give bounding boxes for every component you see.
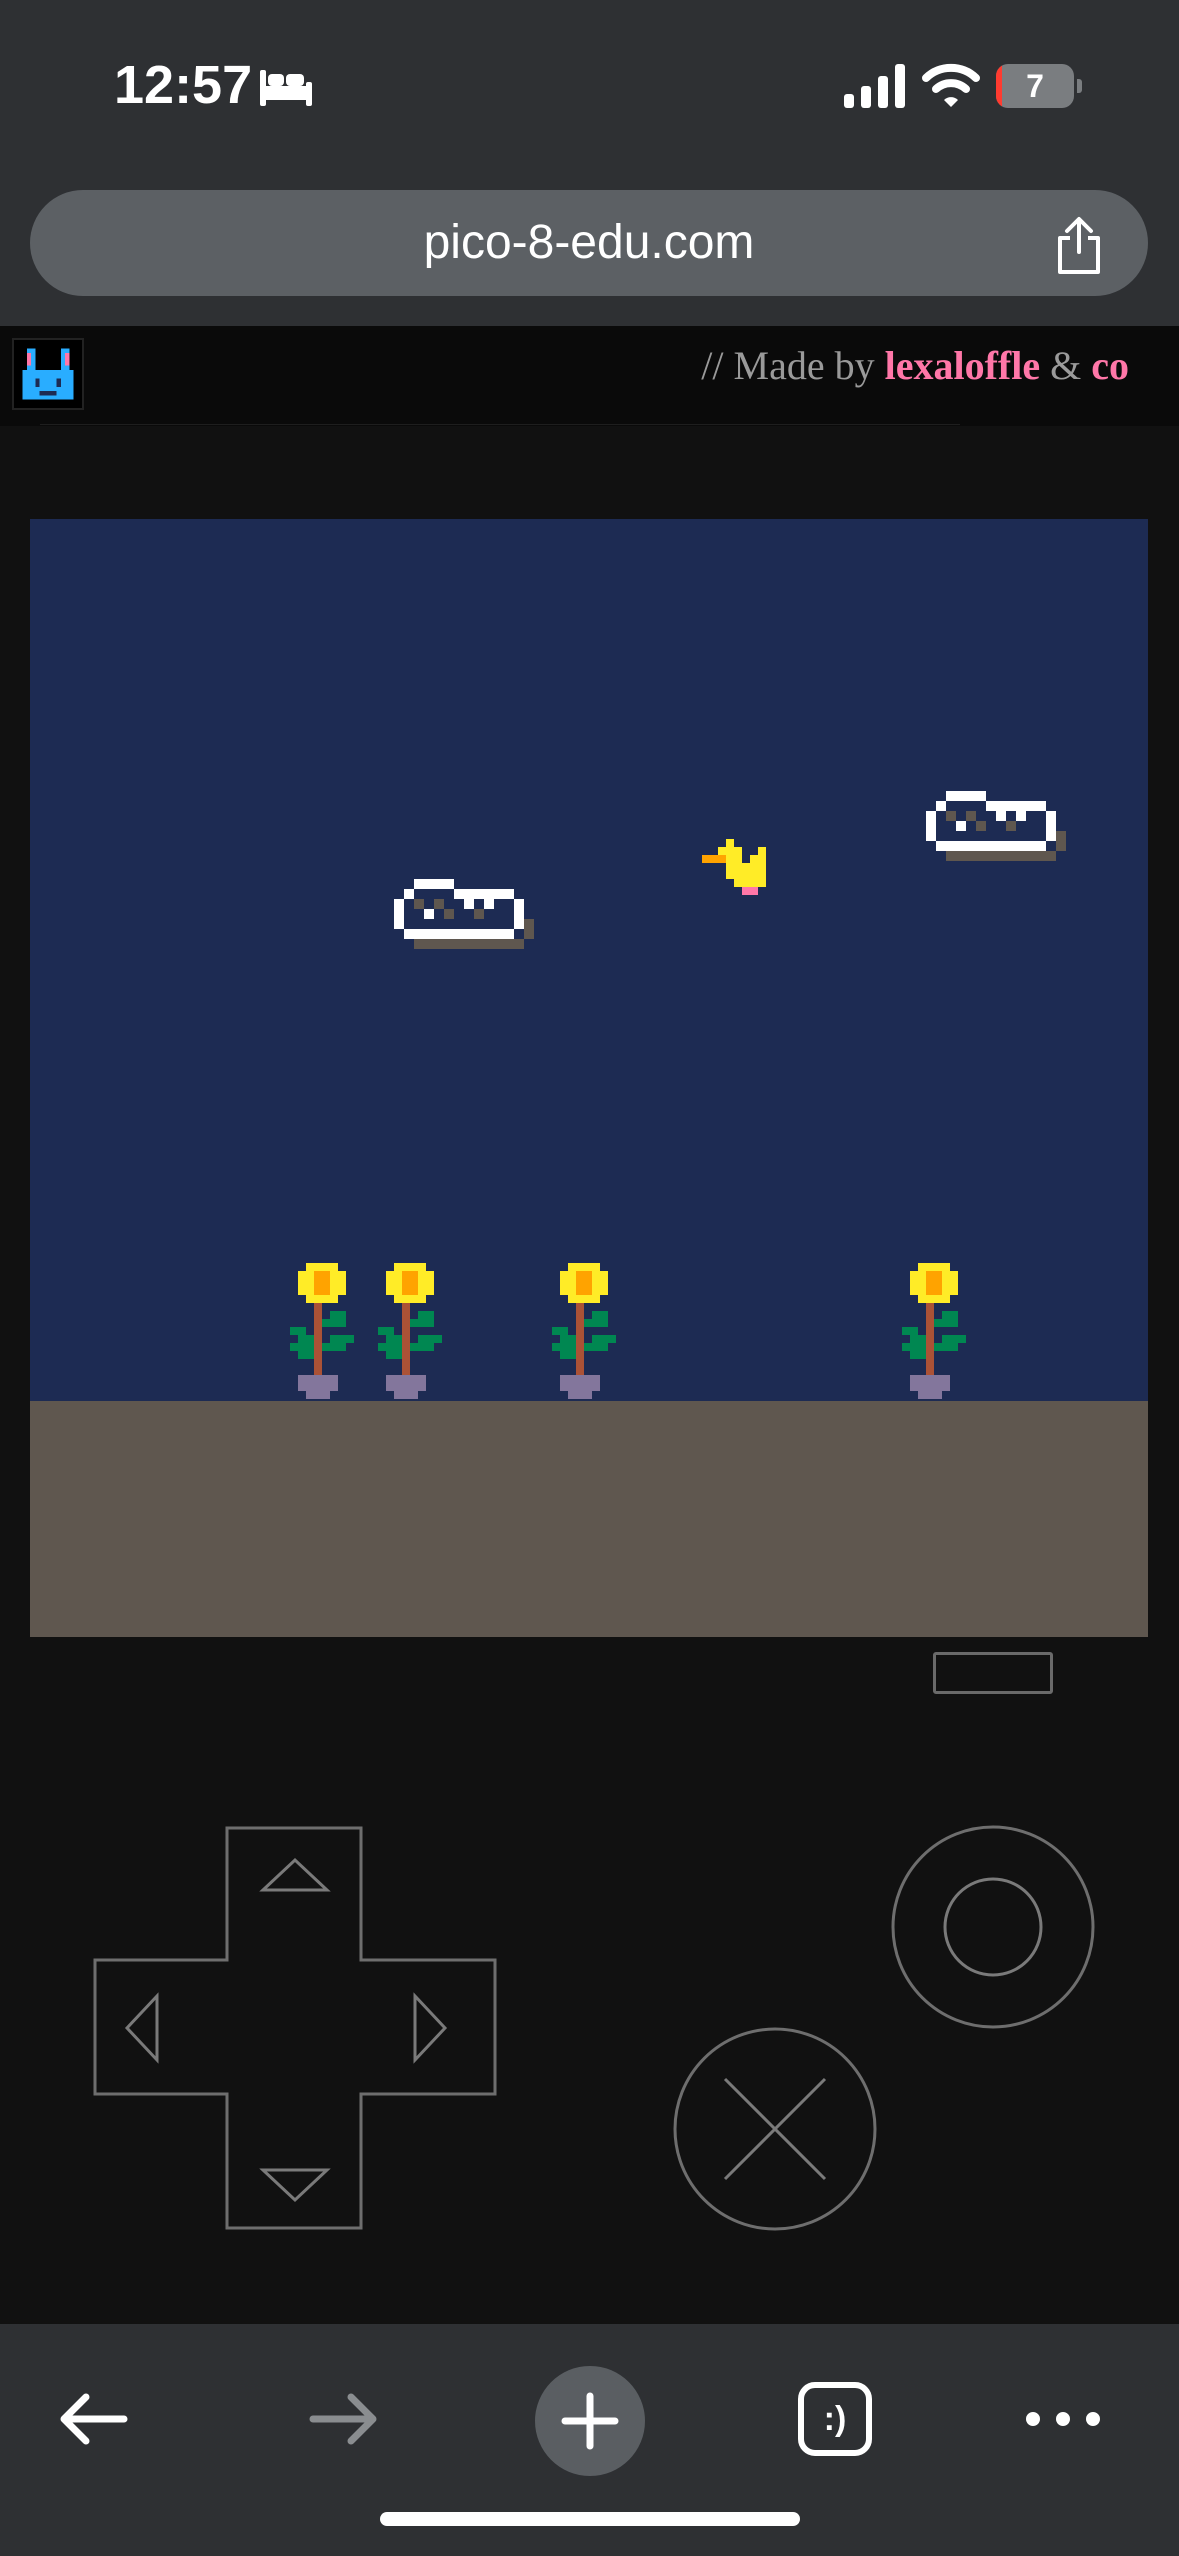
browser-address-area: pico-8-edu.com (0, 170, 1179, 326)
battery-icon: 7 (996, 64, 1082, 108)
pico8-bunny-logo[interactable] (12, 338, 84, 410)
address-bar[interactable]: pico-8-edu.com (30, 190, 1148, 296)
dpad-left[interactable] (124, 1992, 159, 2064)
dpad-right[interactable] (413, 1992, 448, 2064)
cellular-signal-icon (844, 64, 905, 108)
credit-amp: & (1050, 343, 1082, 388)
sunflower-sprite (552, 1263, 616, 1399)
dpad[interactable] (93, 1826, 497, 2230)
share-icon[interactable] (1052, 216, 1106, 276)
bed-icon (260, 70, 312, 106)
tabs-icon-label: :) (823, 2400, 847, 2438)
cloud-sprite (926, 791, 1066, 861)
status-bar: 12:57 7 (0, 0, 1179, 170)
bird-sprite (702, 839, 766, 895)
menu-button[interactable] (933, 1652, 1053, 1694)
url-text[interactable]: pico-8-edu.com (30, 190, 1148, 296)
author-link[interactable]: lexaloffle (885, 343, 1041, 388)
dpad-up[interactable] (259, 1857, 331, 1892)
game-canvas[interactable] (30, 519, 1148, 1637)
back-arrow-icon[interactable] (40, 2364, 150, 2474)
plus-icon (561, 2392, 619, 2450)
forward-arrow-icon[interactable] (287, 2364, 397, 2474)
more-icon[interactable] (1008, 2364, 1118, 2474)
battery-level: 7 (1026, 68, 1044, 104)
credit-line: // Made by lexaloffle & co (701, 342, 1129, 389)
sunflower-sprite (902, 1263, 966, 1399)
co-link[interactable]: co (1091, 343, 1129, 388)
sunflower-sprite (378, 1263, 442, 1399)
status-time: 12:57 (114, 55, 253, 115)
dpad-down[interactable] (259, 2168, 331, 2203)
sunflower-sprite (290, 1263, 354, 1399)
new-tab-button[interactable] (535, 2366, 645, 2476)
site-header: // Made by lexaloffle & co (0, 326, 1179, 426)
credit-prefix: // Made by (701, 343, 875, 388)
home-indicator[interactable] (380, 2512, 800, 2526)
x-button[interactable] (672, 2026, 878, 2232)
wifi-icon (922, 63, 980, 107)
tabs-button[interactable]: :) (780, 2364, 890, 2474)
header-divider (40, 424, 960, 425)
o-button[interactable] (890, 1824, 1096, 2030)
cloud-sprite (394, 879, 534, 949)
ground (30, 1401, 1148, 1637)
